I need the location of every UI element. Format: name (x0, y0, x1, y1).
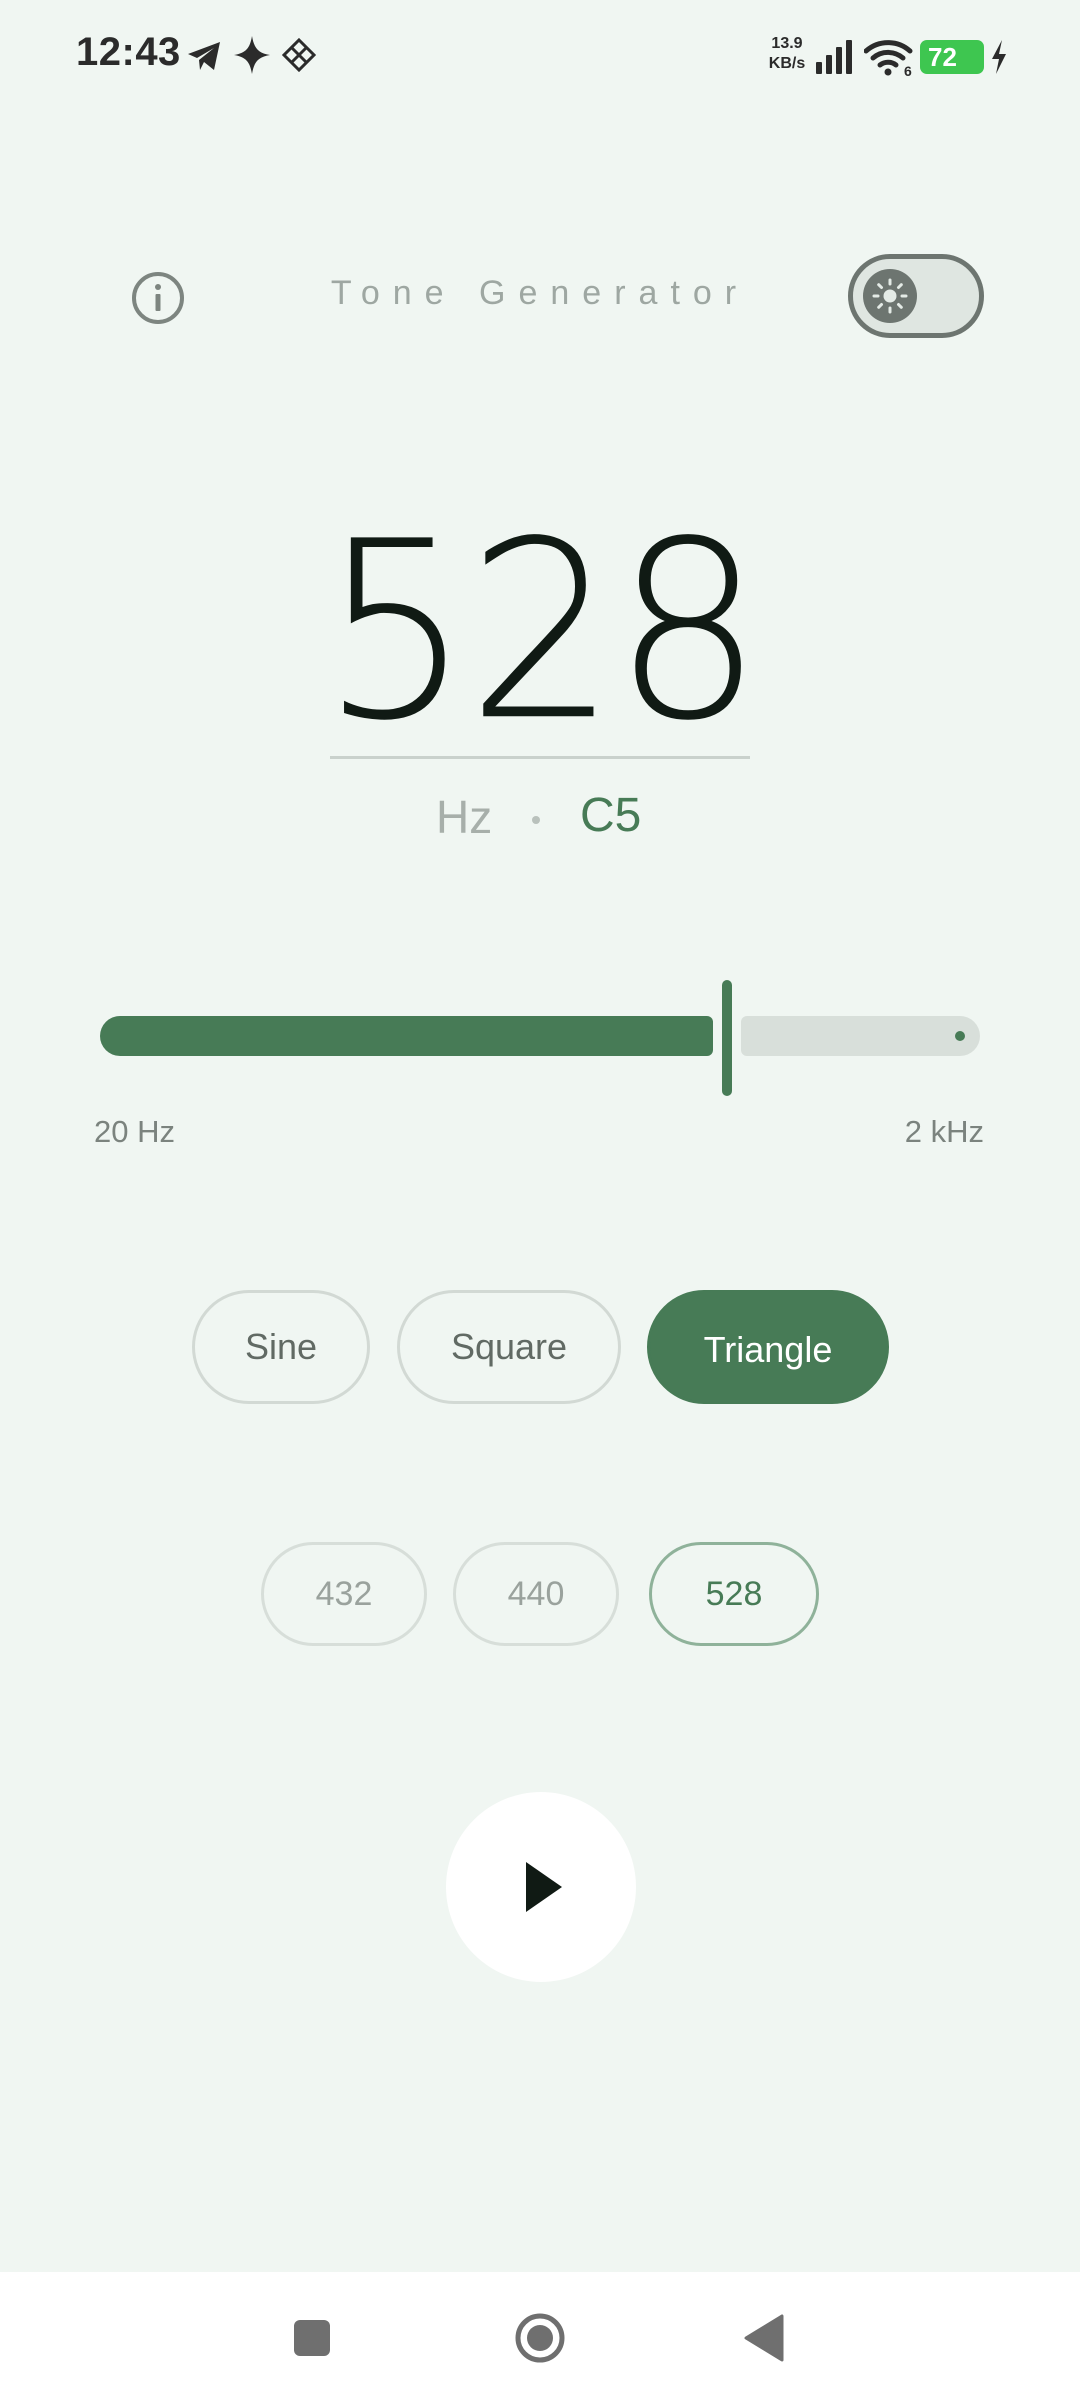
status-bar: 12:43 13.9 KB/s 6 72 (0, 0, 1080, 110)
charging-bolt-icon (992, 40, 1006, 74)
play-icon (526, 1862, 562, 1912)
preset-528-button[interactable]: 528 (649, 1542, 819, 1646)
status-time: 12:43 (76, 30, 181, 74)
wifi-badge: 6 (904, 63, 912, 76)
toggle-knob (863, 269, 917, 323)
home-circle-icon (515, 2313, 565, 2363)
tone-generator-app: 12:43 13.9 KB/s 6 72 Tone Generator 528 … (0, 0, 1080, 2400)
net-speed-unit: KB/s (768, 55, 806, 72)
theme-toggle[interactable] (848, 254, 984, 338)
slider-active-track (100, 1016, 713, 1056)
back-button[interactable] (740, 2312, 792, 2364)
slider-handle[interactable] (722, 980, 732, 1096)
waveform-sine-button[interactable]: Sine (192, 1290, 370, 1404)
grid-diamond-icon (282, 38, 316, 72)
preset-440-button[interactable]: 440 (453, 1542, 619, 1646)
unit-separator-dot (532, 816, 540, 824)
unit-label: Hz (436, 791, 493, 843)
signal-icon (816, 40, 852, 74)
sparkle-icon (234, 36, 270, 74)
net-speed-value: 13.9 (771, 35, 803, 52)
recents-square-icon (294, 2320, 330, 2356)
battery-icon: 72 (920, 40, 984, 74)
battery-level: 72 (928, 42, 957, 72)
slider-inactive-track (741, 1016, 980, 1056)
frequency-slider[interactable] (100, 976, 980, 1096)
waveform-triangle-button[interactable]: Triangle (647, 1290, 889, 1404)
frequency-value[interactable]: 528 (0, 507, 1080, 757)
sun-icon (872, 278, 908, 314)
play-button[interactable] (446, 1792, 636, 1982)
back-triangle-icon (744, 2314, 784, 2362)
unit-row: Hz C5 (0, 789, 1080, 850)
range-min-label: 20 Hz (94, 1114, 175, 1149)
telegram-icon (188, 42, 220, 70)
frequency-underline (330, 756, 750, 759)
range-max-label: 2 kHz (904, 1114, 984, 1149)
preset-432-button[interactable]: 432 (261, 1542, 427, 1646)
note-label: C5 (580, 789, 642, 842)
network-speed: 13.9 KB/s (762, 34, 812, 74)
navigation-bar (0, 2272, 1080, 2400)
slider-end-dot (955, 1031, 965, 1041)
home-button[interactable] (514, 2312, 566, 2364)
recents-button[interactable] (286, 2312, 338, 2364)
wifi-icon: 6 (864, 40, 913, 76)
waveform-square-button[interactable]: Square (397, 1290, 621, 1404)
